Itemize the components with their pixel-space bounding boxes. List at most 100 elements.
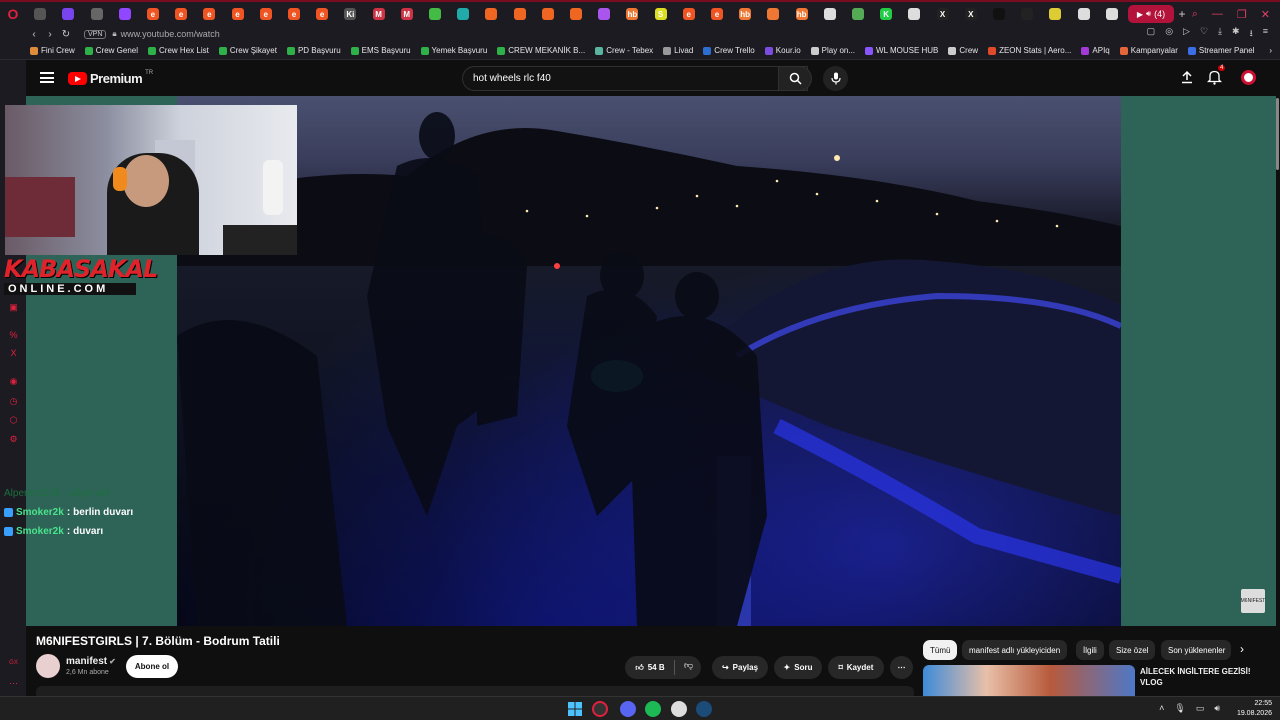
screenshot-icon[interactable]: ▢	[1147, 26, 1156, 42]
channel-avatar[interactable]	[36, 654, 60, 678]
bookmark-item[interactable]: Play on...	[810, 46, 855, 55]
chip-for-you[interactable]: Size özel	[1109, 640, 1156, 660]
chip-from-uploader[interactable]: manifest adlı yükleyiciden	[962, 640, 1068, 660]
browser-tab[interactable]	[111, 2, 139, 26]
browser-tab[interactable]: hb	[618, 2, 646, 26]
bookmark-item[interactable]: Livad	[663, 46, 693, 55]
browser-tab[interactable]: e	[703, 2, 731, 26]
ask-button[interactable]: ✦ Soru	[774, 656, 822, 679]
bookmark-item[interactable]: Kampanyalar	[1119, 46, 1178, 55]
sidebar-history-icon[interactable]: ◷	[8, 396, 19, 407]
browser-tab[interactable]	[816, 2, 844, 26]
youtube-logo[interactable]: Premium TR	[68, 70, 153, 86]
browser-tab[interactable]: X	[929, 2, 957, 26]
back-icon[interactable]: ‹	[26, 29, 42, 40]
notifications-button[interactable]	[1207, 69, 1222, 85]
browser-tab[interactable]	[1013, 2, 1041, 26]
search-input[interactable]: hot wheels rlc f40	[473, 73, 551, 84]
vpn-badge[interactable]: VPN	[84, 29, 107, 39]
forward-icon[interactable]: ›	[42, 29, 58, 40]
sidebar-home-icon[interactable]: ▣	[8, 302, 19, 313]
camera-icon[interactable]: ◎	[1165, 26, 1173, 42]
browser-tab[interactable]: e	[195, 2, 223, 26]
browser-tab[interactable]	[1098, 2, 1126, 26]
tray-volume-icon[interactable]: 🔊︎	[1214, 703, 1220, 714]
sidebar-gx-icon[interactable]: GX	[8, 658, 19, 669]
hamburger-menu-icon[interactable]	[40, 72, 54, 83]
audio-icon[interactable]: 🔊︎	[1146, 9, 1151, 19]
more-actions-button[interactable]: ⋯	[890, 656, 913, 679]
chip-recent[interactable]: Son yüklenenler	[1161, 640, 1231, 660]
browser-menu-icon[interactable]: ≡	[1263, 26, 1268, 42]
browser-tab[interactable]	[590, 2, 618, 26]
browser-tab[interactable]: e	[252, 2, 280, 26]
chip-related[interactable]: İlgili	[1076, 640, 1104, 660]
browser-tab[interactable]	[759, 2, 787, 26]
search-button[interactable]	[778, 66, 812, 91]
like-button[interactable]: 👍︎ 54 B	[635, 663, 664, 673]
channel-name[interactable]: manifest	[66, 656, 107, 667]
bookmark-item[interactable]: Fini Crew	[30, 46, 75, 55]
browser-tab[interactable]	[505, 2, 533, 26]
search-input-container[interactable]: hot wheels rlc f40 ×	[462, 66, 808, 91]
browser-tab[interactable]: X	[957, 2, 985, 26]
browser-tab[interactable]	[477, 2, 505, 26]
tray-network-icon[interactable]: ▭	[1196, 703, 1205, 714]
bookmark-item[interactable]: Streamer Panel	[1187, 46, 1254, 55]
bookmark-item[interactable]: Crew Şikayet	[218, 46, 277, 55]
bookmark-item[interactable]: EMS Başvuru	[350, 46, 411, 55]
search-tabs-icon[interactable]: ⌕	[1192, 8, 1198, 21]
chip-all[interactable]: Tümü	[923, 640, 958, 660]
browser-tab[interactable]: e	[280, 2, 308, 26]
browser-tab[interactable]: e	[223, 2, 251, 26]
bookmark-item[interactable]: Crew Trello	[703, 46, 755, 55]
bookmark-item[interactable]: Crew Genel	[84, 46, 138, 55]
maximize-button[interactable]: ❐	[1237, 8, 1247, 21]
bookmarks-overflow-icon[interactable]: ›	[1269, 46, 1280, 55]
bookmark-item[interactable]: APIq	[1081, 46, 1110, 55]
bookmark-item[interactable]: CREW MEKANİK B...	[497, 46, 585, 55]
spotify-icon[interactable]	[645, 701, 661, 717]
video-frame[interactable]	[177, 96, 1121, 626]
play-icon[interactable]: ▷	[1183, 26, 1190, 42]
bookmark-item[interactable]: Crew	[948, 46, 978, 55]
browser-tab[interactable]: M	[393, 2, 421, 26]
subscribe-button[interactable]: Abone ol	[126, 655, 178, 678]
account-avatar[interactable]	[1241, 70, 1256, 85]
dislike-button[interactable]: 👎︎	[684, 660, 693, 671]
channel-name-row[interactable]: manifest ✔	[66, 656, 116, 667]
scrollbar-track[interactable]	[1276, 96, 1280, 696]
sidebar-x-icon[interactable]: X	[8, 348, 19, 359]
tray-mic-icon[interactable]: 🎙︎	[1174, 703, 1185, 714]
browser-tab[interactable]: e	[308, 2, 336, 26]
recommended-title[interactable]: AİLECEK İNGİLTERE GEZİSİ! VLOG	[1140, 666, 1260, 688]
url-field[interactable]: www.youtube.com/watch	[121, 29, 220, 39]
browser-tab[interactable]	[449, 2, 477, 26]
browser-tab[interactable]	[844, 2, 872, 26]
browser-tab[interactable]	[985, 2, 1013, 26]
tray-chevron-icon[interactable]: ˄	[1159, 703, 1164, 714]
browser-tab[interactable]	[54, 2, 82, 26]
browser-tab[interactable]	[562, 2, 590, 26]
chevron-right-icon[interactable]: ›	[1240, 642, 1244, 656]
bookmark-item[interactable]: Crew Hex List	[148, 46, 209, 55]
bookmark-item[interactable]: WL MOUSE HUB	[865, 46, 938, 55]
browser-tab[interactable]	[900, 2, 928, 26]
discord-icon[interactable]	[620, 701, 636, 717]
extensions-icon[interactable]: ✱	[1232, 26, 1240, 42]
heart-icon[interactable]: ♡	[1200, 26, 1208, 42]
browser-tab[interactable]: Ki	[336, 2, 364, 26]
voice-search-button[interactable]	[823, 66, 848, 91]
browser-tab[interactable]: M	[364, 2, 392, 26]
opera-gx-taskbar-icon[interactable]	[592, 701, 608, 717]
browser-tab[interactable]: e	[675, 2, 703, 26]
bookmark-item[interactable]: Yemek Başvuru	[420, 46, 487, 55]
tab-active[interactable]: ▶ 🔊︎ (4)	[1128, 5, 1174, 23]
sidebar-percent-icon[interactable]: %	[8, 330, 19, 341]
bookmark-item[interactable]: ZEON Stats | Aero...	[988, 46, 1071, 55]
scrollbar-thumb[interactable]	[1276, 98, 1279, 170]
opera-icon[interactable]: O	[0, 2, 26, 26]
sidebar-more-icon[interactable]: ⋯	[8, 678, 19, 689]
bookmark-item[interactable]: PD Başvuru	[286, 46, 341, 55]
browser-tab[interactable]	[421, 2, 449, 26]
